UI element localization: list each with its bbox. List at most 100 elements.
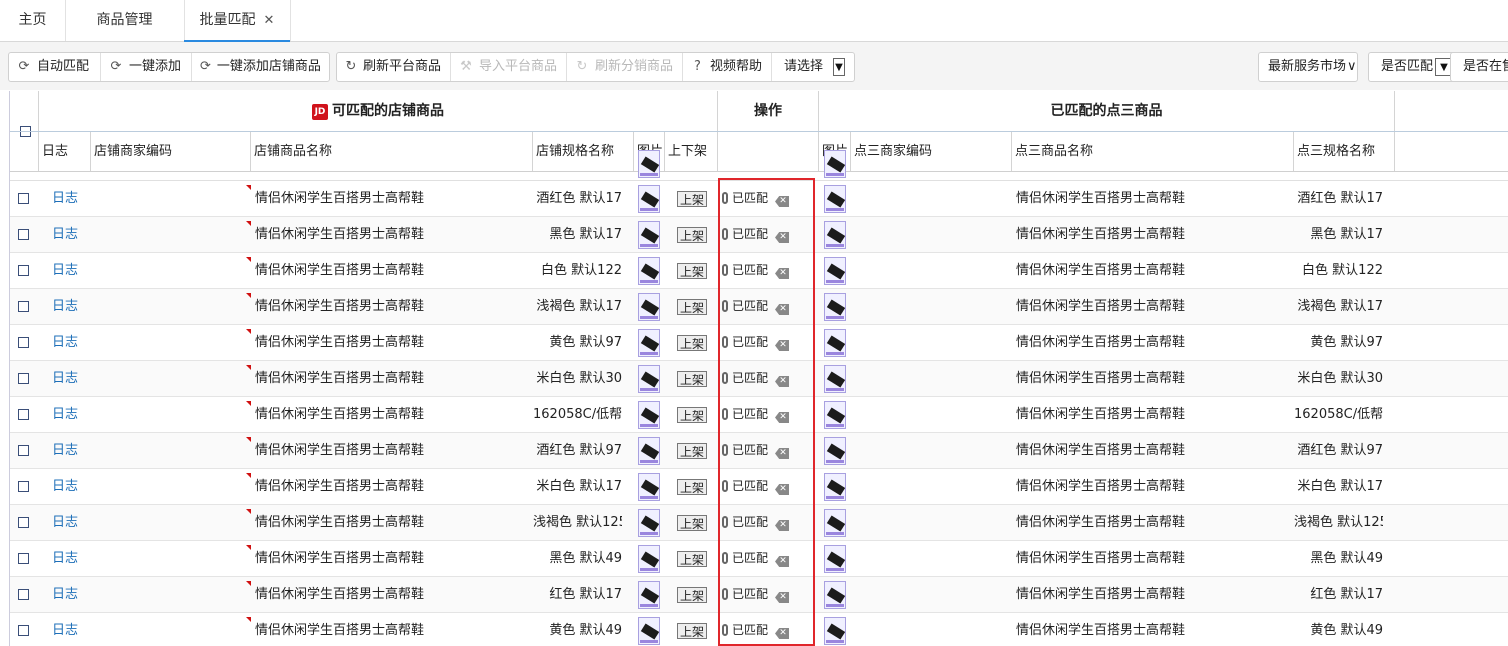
table-row[interactable]: 日志 情侣休闲学生百搭男士高帮鞋 米白色 默认17 上架 已匹配 ✕ 情侣休闲学生百搭男士高… <box>10 469 1508 505</box>
table-row[interactable]: 日志 情侣休闲学生百搭男士高帮鞋 酒红色 默认17 上架 已匹配 ✕ 情侣休闲学生百搭男士高… <box>10 181 1508 217</box>
unmatch-delete-icon[interactable]: ✕ <box>775 412 790 423</box>
row-checkbox[interactable] <box>18 589 29 600</box>
row-checkbox[interactable] <box>18 337 29 348</box>
shelf-up-button[interactable]: 上架 <box>677 407 708 423</box>
table-row[interactable]: 日志 情侣休闲学生百搭男士高帮鞋 黄色 默认97 上架 已匹配 ✕ 情侣休闲学生百搭男士高帮… <box>10 325 1508 361</box>
row-checkbox[interactable] <box>18 553 29 564</box>
d3-product-thumbnail[interactable] <box>824 509 846 537</box>
d3-product-thumbnail[interactable] <box>824 221 846 249</box>
shelf-up-button[interactable]: 上架 <box>677 551 708 567</box>
product-thumbnail[interactable] <box>638 545 660 573</box>
log-link[interactable]: 日志 <box>52 397 78 432</box>
row-checkbox[interactable] <box>18 193 29 204</box>
shelf-up-button[interactable]: 上架 <box>677 191 708 207</box>
product-thumbnail[interactable] <box>638 185 660 213</box>
col-header-shelf[interactable]: 上下架 <box>665 132 718 171</box>
product-thumbnail[interactable] <box>638 437 660 465</box>
product-thumbnail[interactable] <box>638 581 660 609</box>
row-checkbox[interactable] <box>18 445 29 456</box>
d3-product-thumbnail[interactable] <box>824 581 846 609</box>
row-checkbox[interactable] <box>18 517 29 528</box>
product-thumbnail[interactable] <box>638 257 660 285</box>
row-checkbox[interactable] <box>18 301 29 312</box>
log-link[interactable]: 日志 <box>52 613 78 646</box>
refresh-platform-products-button[interactable]: ↻ 刷新平台商品 <box>337 53 451 81</box>
table-row[interactable]: 日志 情侣休闲学生百搭男士高帮鞋 黑色 默认49 上架 已匹配 ✕ 情侣休闲学生百搭男士高帮… <box>10 541 1508 577</box>
auto-match-button[interactable]: ⟳ 自动匹配 <box>9 53 101 81</box>
unmatch-delete-icon[interactable]: ✕ <box>775 340 790 351</box>
log-link[interactable]: 日志 <box>52 577 78 612</box>
tab-batch-match[interactable]: 批量匹配 ✕ <box>184 0 291 42</box>
d3-product-thumbnail[interactable] <box>824 257 846 285</box>
log-link[interactable]: 日志 <box>52 361 78 396</box>
col-header-d3-code[interactable]: 点三商家编码 <box>851 132 1012 171</box>
table-row[interactable]: 日志 情侣休闲学生百搭男士高帮鞋 黑色 默认17 上架 已匹配 ✕ 情侣休闲学生百搭男士高帮… <box>10 217 1508 253</box>
shelf-up-button[interactable]: 上架 <box>677 443 708 459</box>
log-link[interactable]: 日志 <box>52 541 78 576</box>
log-link[interactable]: 日志 <box>52 433 78 468</box>
log-link[interactable]: 日志 <box>52 325 78 360</box>
row-checkbox[interactable] <box>18 373 29 384</box>
d3-product-thumbnail[interactable] <box>824 545 846 573</box>
tab-home[interactable]: 主页 <box>0 0 66 41</box>
shelf-up-button[interactable]: 上架 <box>677 299 708 315</box>
unmatch-delete-icon[interactable]: ✕ <box>775 556 790 567</box>
shelf-up-button[interactable]: 上架 <box>677 335 708 351</box>
log-link[interactable]: 日志 <box>52 505 78 540</box>
product-thumbnail[interactable] <box>638 365 660 393</box>
product-thumbnail[interactable] <box>638 221 660 249</box>
product-thumbnail[interactable] <box>638 401 660 429</box>
refresh-distribution-products-button[interactable]: ↻ 刷新分销商品 <box>567 53 683 81</box>
d3-product-thumbnail[interactable] <box>824 437 846 465</box>
shelf-up-button[interactable]: 上架 <box>677 515 708 531</box>
unmatch-delete-icon[interactable]: ✕ <box>775 628 790 639</box>
shelf-up-button[interactable]: 上架 <box>677 479 708 495</box>
product-thumbnail[interactable] <box>638 473 660 501</box>
shelf-up-button[interactable]: 上架 <box>677 623 708 639</box>
table-row[interactable]: 日志 情侣休闲学生百搭男士高帮鞋 浅褐色 默认17 上架 已匹配 ✕ 情侣休闲学生百搭男士高… <box>10 289 1508 325</box>
unmatch-delete-icon[interactable]: ✕ <box>775 196 790 207</box>
shelf-up-button[interactable]: 上架 <box>677 371 708 387</box>
video-help-button[interactable]: ? 视频帮助 <box>683 53 772 81</box>
d3-product-thumbnail[interactable] <box>824 293 846 321</box>
log-link[interactable]: 日志 <box>52 469 78 504</box>
unmatch-delete-icon[interactable]: ✕ <box>775 592 790 603</box>
table-row[interactable]: 日志 情侣休闲学生百搭男士高帮鞋 黄色 默认49 上架 已匹配 ✕ 情侣休闲学生百搭男士高帮… <box>10 613 1508 646</box>
row-checkbox[interactable] <box>18 265 29 276</box>
unmatch-delete-icon[interactable]: ✕ <box>775 484 790 495</box>
col-header-d3-spec[interactable]: 点三规格名称 <box>1294 132 1395 171</box>
product-thumbnail[interactable] <box>638 617 660 645</box>
col-header-spec-name[interactable]: 店铺规格名称 <box>533 132 634 171</box>
add-store-products-button[interactable]: ⟳ 一键添加店铺商品 <box>192 53 329 81</box>
unmatch-delete-icon[interactable]: ✕ <box>775 448 790 459</box>
import-platform-products-button[interactable]: ⚒ 导入平台商品 <box>451 53 567 81</box>
unmatch-delete-icon[interactable]: ✕ <box>775 376 790 387</box>
row-checkbox[interactable] <box>18 625 29 636</box>
log-link[interactable]: 日志 <box>52 253 78 288</box>
d3-product-thumbnail[interactable] <box>824 365 846 393</box>
close-icon[interactable]: ✕ <box>264 13 275 28</box>
col-header-merchant-code[interactable]: 店铺商家编码 <box>91 132 251 171</box>
shelf-up-button[interactable]: 上架 <box>677 587 708 603</box>
shelf-up-button[interactable]: 上架 <box>677 263 708 279</box>
table-row[interactable]: 日志 情侣休闲学生百搭男士高帮鞋 浅褐色 默认125 上架 已匹配 ✕ 情侣休闲学生百搭男士… <box>10 505 1508 541</box>
match-status-select[interactable]: 是否匹配 ▼ <box>1368 52 1456 82</box>
table-row[interactable]: 日志 情侣休闲学生百搭男士高帮鞋 162058C/低帮... 上架 已匹配 ✕ 情侣休闲学生… <box>10 397 1508 433</box>
tab-product-management[interactable]: 商品管理 <box>65 0 185 41</box>
d3-product-thumbnail[interactable] <box>824 329 846 357</box>
d3-product-thumbnail[interactable] <box>824 185 846 213</box>
product-thumbnail[interactable] <box>638 293 660 321</box>
col-header-log[interactable]: 日志 <box>39 132 91 171</box>
product-thumbnail[interactable] <box>638 509 660 537</box>
col-header-product-name[interactable]: 店铺商品名称 <box>251 132 533 171</box>
table-row[interactable]: 日志 情侣休闲学生百搭男士高帮鞋 红色 默认17 上架 已匹配 ✕ 情侣休闲学生百搭男士高帮… <box>10 577 1508 613</box>
log-link[interactable]: 日志 <box>52 289 78 324</box>
d3-product-thumbnail[interactable] <box>824 617 846 645</box>
row-checkbox[interactable] <box>18 229 29 240</box>
on-sale-select[interactable]: 是否在售 <box>1450 52 1508 82</box>
shelf-up-button[interactable]: 上架 <box>677 227 708 243</box>
table-row[interactable]: 日志 情侣休闲学生百搭男士高帮鞋 米白色 默认30 上架 已匹配 ✕ 情侣休闲学生百搭男士高… <box>10 361 1508 397</box>
log-link[interactable]: 日志 <box>52 181 78 216</box>
unmatch-delete-icon[interactable]: ✕ <box>775 520 790 531</box>
market-select[interactable]: 最新服务市场∨ <box>1258 52 1358 82</box>
